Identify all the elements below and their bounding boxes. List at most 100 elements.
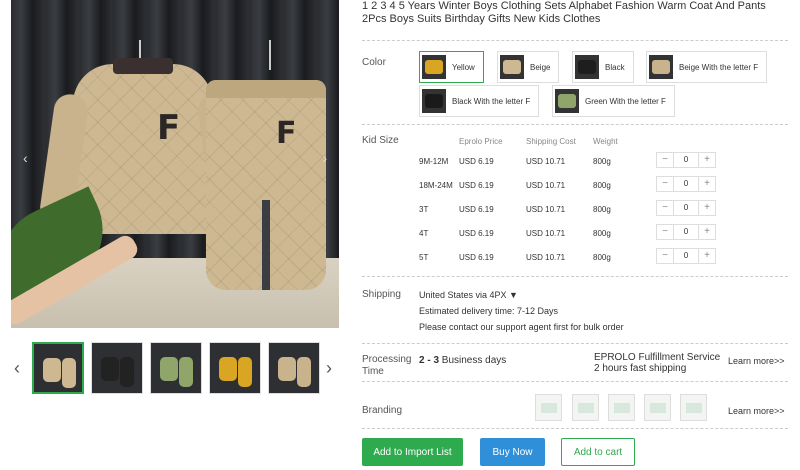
add-to-import-list-button[interactable]: Add to Import List (362, 438, 463, 466)
thumb-prev-arrow[interactable]: ‹ (14, 358, 20, 379)
quantity-stepper: −0 + (656, 176, 716, 192)
branding-sample-image[interactable] (572, 394, 599, 421)
product-title: 1 2 3 4 5 Years Winter Boys Clothing Set… (362, 0, 766, 25)
thumbnail[interactable] (32, 342, 84, 394)
quantity-input[interactable]: 0 (673, 201, 699, 215)
color-swatch (575, 55, 599, 79)
branding-sample-image[interactable] (680, 394, 707, 421)
size-shipping: USD 10.71 (526, 229, 566, 238)
branding-sample-image[interactable] (608, 394, 635, 421)
processing-label: Processing (362, 354, 412, 365)
increment-button[interactable]: + (699, 225, 715, 239)
shipping-label: Shipping (362, 289, 401, 300)
size-price: USD 6.19 (459, 229, 494, 238)
size-name: 4T (419, 229, 429, 238)
header-weight: Weight (593, 137, 618, 146)
thumbnail[interactable] (209, 342, 261, 394)
color-label: Color (362, 57, 386, 68)
thumb-next-arrow[interactable]: › (326, 358, 332, 379)
increment-button[interactable]: + (699, 249, 715, 263)
color-swatch (500, 55, 524, 79)
bulk-order-notice: Please contact our support agent first f… (419, 322, 624, 332)
color-option[interactable]: Black (572, 51, 634, 83)
size-weight: 800g (593, 181, 611, 190)
delivery-time: Estimated delivery time: 7-12 Days (419, 306, 559, 316)
color-option[interactable]: Black With the letter F (419, 85, 540, 117)
header-shipping-cost: Shipping Cost (526, 137, 576, 146)
divider (362, 381, 788, 382)
service-speed: 2 hours fast shipping (594, 363, 687, 374)
size-price: USD 6.19 (459, 253, 494, 262)
processing-label-time: Time (362, 366, 384, 377)
branding-learn-more-link[interactable]: Learn more>> (728, 406, 785, 416)
size-price: USD 6.19 (459, 181, 494, 190)
thumbnail[interactable] (268, 342, 320, 394)
color-swatch (649, 55, 673, 79)
color-option[interactable]: Beige With the letter F (646, 51, 768, 83)
size-name: 18M-24M (419, 181, 453, 190)
size-name: 3T (419, 205, 429, 214)
pants-letter: F (276, 116, 297, 151)
increment-button[interactable]: + (699, 153, 715, 167)
color-option[interactable]: Beige (497, 51, 560, 83)
main-product-image: F F ‹ › (11, 0, 339, 328)
color-option-label: Yellow (452, 62, 475, 72)
divider (362, 276, 788, 277)
branding-sample-image[interactable] (535, 394, 562, 421)
quantity-stepper: −0 + (656, 224, 716, 240)
size-shipping: USD 10.71 (526, 181, 566, 190)
image-prev-arrow[interactable]: ‹ (23, 150, 28, 166)
thumbnail[interactable] (150, 342, 202, 394)
quantity-input[interactable]: 0 (673, 153, 699, 167)
size-weight: 800g (593, 205, 611, 214)
service-name: EPROLO Fulfillment Service (594, 352, 721, 363)
decrement-button[interactable]: − (657, 249, 673, 263)
divider (362, 428, 788, 429)
size-name: 5T (419, 253, 429, 262)
increment-button[interactable]: + (699, 177, 715, 191)
quantity-input[interactable]: 0 (673, 225, 699, 239)
pants-illustration: F (206, 80, 326, 290)
quantity-input[interactable]: 0 (673, 177, 699, 191)
color-option[interactable]: Green With the letter F (552, 85, 675, 117)
color-option-label: Green With the letter F (585, 96, 666, 106)
color-option-label: Beige With the letter F (679, 62, 759, 72)
buy-now-button[interactable]: Buy Now (480, 438, 545, 466)
decrement-button[interactable]: − (657, 201, 673, 215)
size-price: USD 6.19 (459, 157, 494, 166)
size-shipping: USD 10.71 (526, 157, 566, 166)
quantity-stepper: −0 + (656, 200, 716, 216)
hanger (269, 40, 271, 70)
processing-days: 2 - 3 Business days (419, 355, 507, 366)
divider (362, 124, 788, 125)
color-swatch (422, 55, 446, 79)
quantity-stepper: −0 + (656, 152, 716, 168)
size-name: 9M-12M (419, 157, 449, 166)
thumbnail[interactable] (91, 342, 143, 394)
color-option-label: Black (605, 62, 625, 72)
thumbnail-strip: ‹ › (10, 342, 340, 396)
quantity-input[interactable]: 0 (673, 249, 699, 263)
shipping-destination-select[interactable]: United States via 4PX ▼ (419, 290, 518, 300)
processing-learn-more-link[interactable]: Learn more>> (728, 356, 785, 366)
decrement-button[interactable]: − (657, 225, 673, 239)
color-swatch (555, 89, 579, 113)
color-swatch (422, 89, 446, 113)
branding-label: Branding (362, 405, 403, 416)
branding-sample-image[interactable] (644, 394, 671, 421)
color-option-label: Beige (530, 62, 551, 72)
image-next-arrow[interactable]: › (322, 150, 327, 166)
header-eprolo-price: Eprolo Price (459, 137, 503, 146)
size-weight: 800g (593, 157, 611, 166)
size-shipping: USD 10.71 (526, 205, 566, 214)
size-price: USD 6.19 (459, 205, 494, 214)
decrement-button[interactable]: − (657, 177, 673, 191)
size-weight: 800g (593, 253, 611, 262)
size-shipping: USD 10.71 (526, 253, 566, 262)
increment-button[interactable]: + (699, 201, 715, 215)
decrement-button[interactable]: − (657, 153, 673, 167)
color-option[interactable]: Yellow (419, 51, 484, 83)
divider (362, 343, 788, 344)
quantity-stepper: −0 + (656, 248, 716, 264)
add-to-cart-button[interactable]: Add to cart (561, 438, 635, 466)
